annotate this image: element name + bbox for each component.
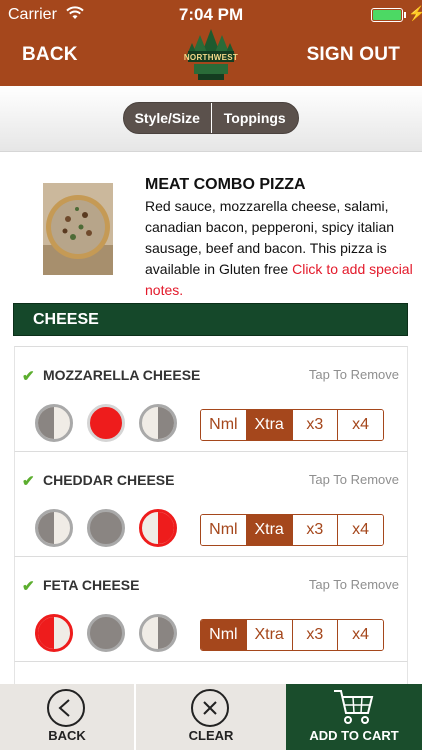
topping-row-partial: [14, 661, 408, 684]
product-title: MEAT COMBO PIZZA: [145, 176, 306, 193]
bottom-back-button[interactable]: BACK: [0, 684, 134, 750]
coverage-right-half[interactable]: [139, 404, 177, 442]
topping-name: CHEDDAR CHEESE: [43, 472, 175, 488]
tap-to-remove-button[interactable]: Tap To Remove: [309, 577, 399, 592]
tab-style-size[interactable]: Style/Size: [124, 103, 211, 133]
coverage-whole[interactable]: [87, 404, 125, 442]
check-icon: ✔: [22, 578, 35, 595]
amount-nml[interactable]: Nml: [201, 620, 246, 650]
clear-label: CLEAR: [188, 728, 234, 743]
logo-text: NORTHWEST: [183, 53, 239, 62]
topping-row: ✔ FETA CHEESE Tap To Remove Nml Xtra x3 …: [14, 556, 408, 661]
check-icon: ✔: [22, 368, 35, 385]
topping-name: MOZZARELLA CHEESE: [43, 367, 201, 383]
amount-xtra[interactable]: Xtra: [245, 515, 292, 545]
status-time: 7:04 PM: [178, 5, 244, 24]
section-header-cheese: CHEESE: [13, 303, 408, 336]
sign-out-button[interactable]: SIGN OUT: [307, 44, 400, 66]
charging-icon: ⚡: [408, 5, 422, 21]
amount-x4[interactable]: x4: [337, 620, 383, 650]
tap-to-remove-button[interactable]: Tap To Remove: [309, 367, 399, 382]
brand-logo: NORTHWEST: [180, 27, 242, 85]
product-description: Red sauce, mozzarella cheese, salami, ca…: [145, 196, 413, 301]
bottom-back-label: BACK: [48, 728, 86, 743]
tab-switcher: Style/Size Toppings: [123, 102, 299, 134]
amount-xtra[interactable]: Xtra: [245, 410, 292, 440]
amount-x4[interactable]: x4: [337, 515, 383, 545]
cart-icon: [334, 690, 374, 724]
product-image: [43, 183, 113, 275]
tab-toppings[interactable]: Toppings: [210, 103, 299, 133]
amount-x3[interactable]: x3: [291, 620, 338, 650]
coverage-whole[interactable]: [87, 614, 125, 652]
tab-band: Style/Size Toppings: [0, 86, 422, 152]
navigation-bar: Carrier 7:04 PM ⚡ BACK NORTHWEST SIGN OU…: [0, 0, 422, 86]
amount-x4[interactable]: x4: [337, 410, 383, 440]
topping-row: ✔ CHEDDAR CHEESE Tap To Remove Nml Xtra …: [14, 451, 408, 556]
back-arrow-icon: [47, 689, 85, 727]
coverage-left-half[interactable]: [35, 509, 73, 547]
add-to-cart-button[interactable]: ADD TO CART: [286, 684, 422, 750]
tap-to-remove-button[interactable]: Tap To Remove: [309, 472, 399, 487]
amount-xtra[interactable]: Xtra: [245, 620, 292, 650]
amount-nml[interactable]: Nml: [201, 515, 246, 545]
coverage-left-half[interactable]: [35, 614, 73, 652]
clear-x-icon: [191, 689, 229, 727]
check-icon: ✔: [22, 473, 35, 490]
coverage-right-half[interactable]: [139, 509, 177, 547]
topping-name: FETA CHEESE: [43, 577, 140, 593]
amount-nml[interactable]: Nml: [201, 410, 246, 440]
amount-selector: Nml Xtra x3 x4: [200, 514, 384, 546]
battery-icon: [371, 8, 403, 22]
toppings-list[interactable]: ✔ MOZZARELLA CHEESE Tap To Remove Nml Xt…: [14, 346, 408, 684]
amount-x3[interactable]: x3: [291, 410, 338, 440]
coverage-right-half[interactable]: [139, 614, 177, 652]
coverage-whole[interactable]: [87, 509, 125, 547]
topping-row: ✔ MOZZARELLA CHEESE Tap To Remove Nml Xt…: [14, 346, 408, 451]
battery-tip: [404, 12, 406, 18]
coverage-left-half[interactable]: [35, 404, 73, 442]
add-to-cart-label: ADD TO CART: [309, 728, 399, 743]
bottom-action-bar: BACK CLEAR ADD TO CART: [0, 684, 422, 750]
amount-selector: Nml Xtra x3 x4: [200, 619, 384, 651]
amount-selector: Nml Xtra x3 x4: [200, 409, 384, 441]
header-back-button[interactable]: BACK: [22, 44, 78, 66]
clear-button[interactable]: CLEAR: [134, 684, 286, 750]
amount-x3[interactable]: x3: [291, 515, 338, 545]
status-bar: Carrier 7:04 PM ⚡: [0, 0, 422, 30]
